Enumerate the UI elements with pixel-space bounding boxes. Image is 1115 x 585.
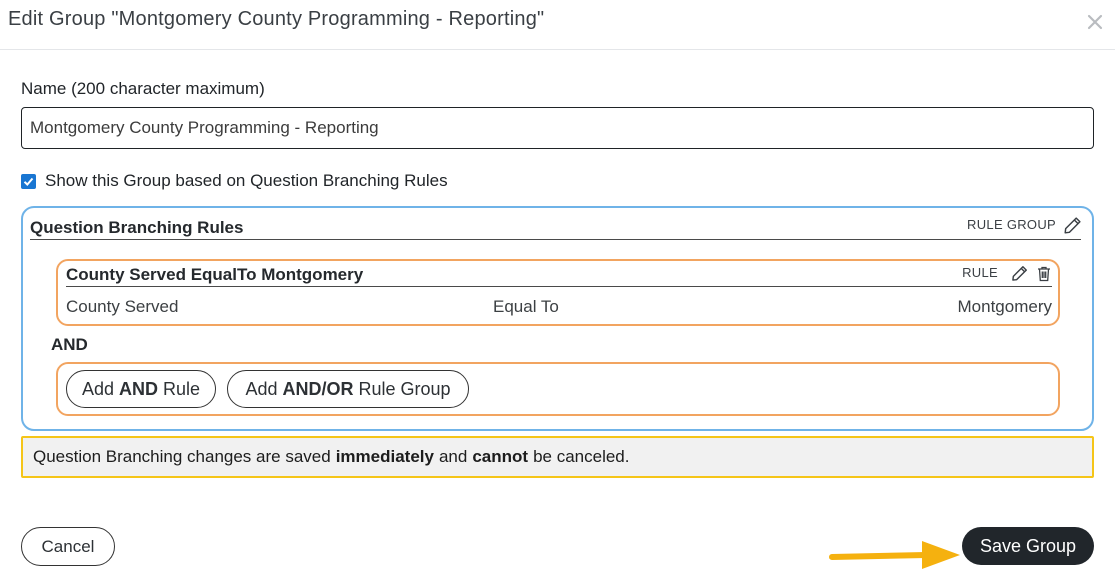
question-branching-rules-group: Question Branching Rules RULE GROUP Coun… <box>21 206 1094 431</box>
rule-answer: Montgomery <box>957 297 1052 316</box>
show-group-checkbox[interactable] <box>21 173 36 189</box>
edit-rule-pencil-icon[interactable] <box>1010 263 1030 283</box>
add-group-bold: AND/OR <box>282 378 354 399</box>
and-connector: AND <box>51 335 88 354</box>
notice-bold-cannot: cannot <box>472 447 529 466</box>
save-group-button[interactable]: Save Group <box>962 527 1094 565</box>
notice-bold-immediately: immediately <box>335 447 434 466</box>
add-rule-suffix: Rule <box>163 378 201 399</box>
notice-text-3: be canceled. <box>533 447 630 466</box>
name-input[interactable] <box>21 107 1094 149</box>
edit-rule-group-pencil-icon[interactable] <box>1062 214 1084 236</box>
rules-title: Question Branching Rules <box>30 218 244 237</box>
notice-text-2: and <box>438 447 468 466</box>
name-field-label: Name (200 character maximum) <box>21 79 265 98</box>
checkmark-icon <box>23 177 34 186</box>
dialog-title: Edit Group "Montgomery County Programmin… <box>8 8 545 30</box>
add-group-suffix: Rule Group <box>358 378 451 399</box>
dialog-header: Edit Group "Montgomery County Programmin… <box>0 0 1115 50</box>
rule-group-label: RULE GROUP <box>967 217 1056 232</box>
show-group-row: Show this Group based on Question Branch… <box>21 171 448 191</box>
close-icon[interactable] <box>1085 12 1105 32</box>
cancel-button[interactable]: Cancel <box>21 527 115 566</box>
add-and-rule-button[interactable]: Add AND Rule <box>66 370 216 408</box>
rule-question: County Served <box>66 297 179 316</box>
add-group-prefix: Add <box>245 378 278 399</box>
delete-rule-trash-icon[interactable] <box>1036 265 1052 282</box>
rule-operator: Equal To <box>493 297 559 316</box>
add-rule-prefix: Add <box>81 378 114 399</box>
show-group-label: Show this Group based on Question Branch… <box>45 171 448 190</box>
add-rule-bold: AND <box>119 378 158 399</box>
rules-divider <box>30 239 1081 240</box>
rule-card: County Served EqualTo Montgomery RULE Co… <box>56 259 1060 326</box>
add-and-or-rule-group-button[interactable]: Add AND/OR Rule Group <box>227 370 469 408</box>
annotation-arrow-icon <box>829 541 960 569</box>
rule-label: RULE <box>962 265 998 280</box>
branching-warning-notice: Question Branching changes are saved imm… <box>21 436 1094 478</box>
add-rule-container: Add AND Rule Add AND/OR Rule Group <box>56 362 1060 416</box>
rule-title: County Served EqualTo Montgomery <box>66 265 364 284</box>
notice-text-1: Question Branching changes are saved <box>33 447 331 466</box>
rule-divider <box>66 286 1052 287</box>
